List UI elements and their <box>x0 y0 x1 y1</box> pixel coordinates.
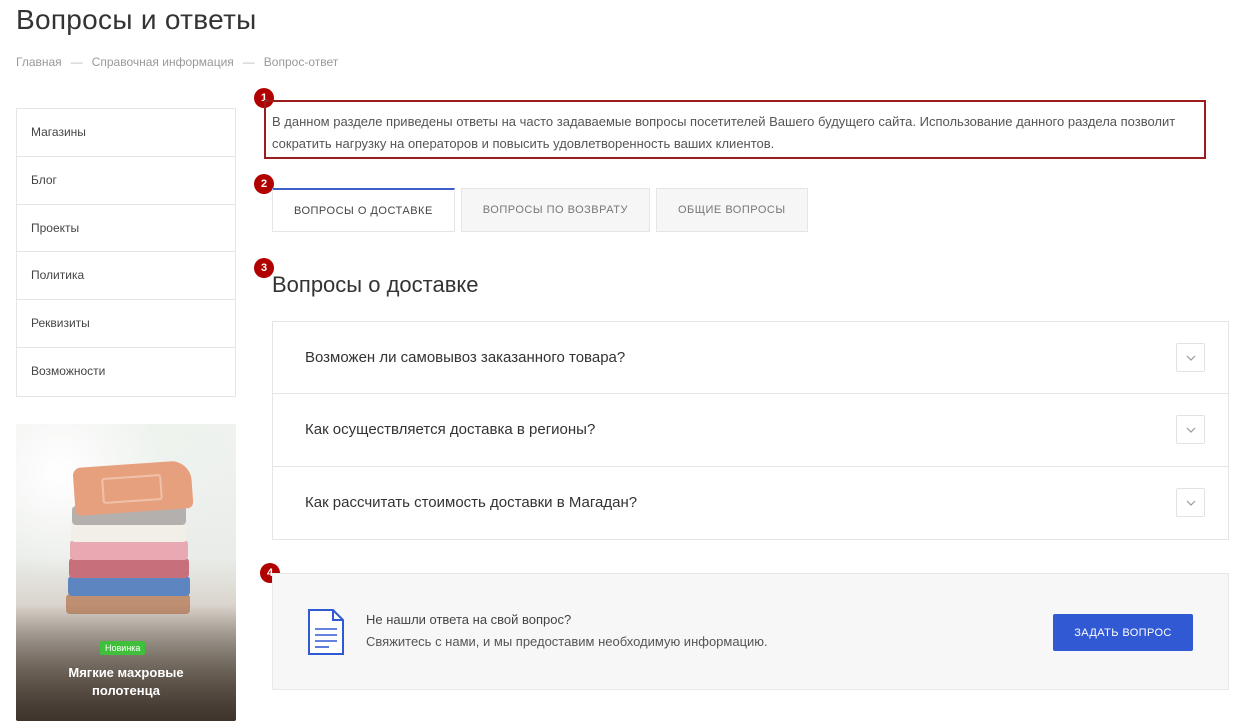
towel-image <box>69 558 189 578</box>
faq-list: Возможен ли самовывоз заказанного товара… <box>272 321 1229 540</box>
faq-item[interactable]: Возможен ли самовывоз заказанного товара… <box>273 322 1228 395</box>
sidebar-menu: Магазины Блог Проекты Политика Реквизиты… <box>16 108 236 397</box>
chevron-down-icon[interactable] <box>1176 488 1205 518</box>
cta-subtitle: Свяжитесь с нами, и мы предоставим необх… <box>366 634 768 649</box>
ask-question-block: Не нашли ответа на свой вопрос? Свяжитес… <box>272 573 1229 690</box>
chevron-down-icon[interactable] <box>1176 343 1205 373</box>
sidebar-item-projects[interactable]: Проекты <box>17 205 235 253</box>
promo-banner[interactable]: Новинка Мягкие махровые полотенца <box>16 424 236 721</box>
banner-title: Мягкие махровые полотенца <box>16 664 236 700</box>
towel-image <box>70 540 188 560</box>
towel-image <box>68 576 190 596</box>
tab-general-questions[interactable]: ОБЩИЕ ВОПРОСЫ <box>655 188 808 232</box>
breadcrumb: Главная — Справочная информация — Вопрос… <box>16 55 338 69</box>
annotation-marker-3: 3 <box>254 258 274 278</box>
page-title: Вопросы и ответы <box>16 4 257 35</box>
tab-return-questions[interactable]: ВОПРОСЫ ПО ВОЗВРАТУ <box>460 188 650 232</box>
sidebar-item-requisites[interactable]: Реквизиты <box>17 300 235 348</box>
document-icon <box>307 609 345 660</box>
new-badge: Новинка <box>100 641 146 655</box>
faq-question: Как осуществляется доставка в регионы? <box>305 421 596 439</box>
intro-text: В данном разделе приведены ответы на час… <box>264 100 1206 159</box>
cta-question: Не нашли ответа на свой вопрос? <box>366 612 572 627</box>
annotation-marker-2: 2 <box>254 174 274 194</box>
banner-shade <box>16 604 236 721</box>
ask-question-button[interactable]: ЗАДАТЬ ВОПРОС <box>1053 614 1193 651</box>
breadcrumb-separator: — <box>242 55 255 69</box>
towel-image <box>71 523 187 542</box>
sidebar-item-stores[interactable]: Магазины <box>17 109 235 157</box>
faq-question: Как рассчитать стоимость доставки в Мага… <box>305 494 638 512</box>
towel-pattern <box>101 473 163 505</box>
sidebar-item-features[interactable]: Возможности <box>17 348 235 396</box>
tab-delivery-questions[interactable]: ВОПРОСЫ О ДОСТАВКЕ <box>272 188 455 232</box>
faq-question: Возможен ли самовывоз заказанного товара… <box>305 349 626 367</box>
breadcrumb-item-current: Вопрос-ответ <box>263 55 339 69</box>
breadcrumb-separator: — <box>70 55 83 69</box>
breadcrumb-item-home[interactable]: Главная <box>16 55 62 69</box>
chevron-down-icon[interactable] <box>1176 415 1205 445</box>
faq-tabs: ВОПРОСЫ О ДОСТАВКЕ ВОПРОСЫ ПО ВОЗВРАТУ О… <box>272 188 814 232</box>
sidebar-item-policy[interactable]: Политика <box>17 252 235 301</box>
faq-item[interactable]: Как рассчитать стоимость доставки в Мага… <box>273 467 1228 539</box>
banner-title-line: полотенца <box>91 683 160 698</box>
banner-title-line: Мягкие махровые <box>68 665 184 680</box>
sidebar-item-blog[interactable]: Блог <box>17 157 235 205</box>
breadcrumb-item-reference[interactable]: Справочная информация <box>92 55 234 69</box>
section-title: Вопросы о доставке <box>272 272 479 297</box>
faq-item[interactable]: Как осуществляется доставка в регионы? <box>273 394 1228 467</box>
